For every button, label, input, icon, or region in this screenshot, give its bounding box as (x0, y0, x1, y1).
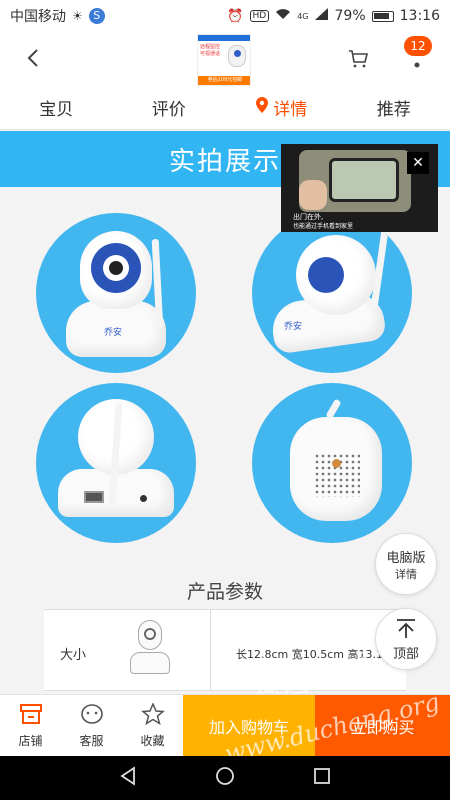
param-divider (210, 610, 211, 690)
cart-icon[interactable] (346, 46, 370, 70)
network-type: 4G (297, 11, 309, 21)
tab-label: 评价 (151, 100, 186, 120)
favorite-button[interactable]: 收藏 (122, 695, 183, 756)
brand-logo: 乔安 (104, 328, 123, 338)
label-sticker (332, 459, 341, 468)
battery-percent: 79% (334, 8, 366, 24)
product-photo-bottom[interactable] (252, 383, 412, 543)
banner-title: 实拍展示 (168, 146, 281, 177)
video-caption-2: 也能通过手机看到家里 (293, 223, 354, 230)
favorite-label: 收藏 (140, 733, 165, 748)
location-pin-icon (255, 96, 269, 119)
product-photo-side[interactable]: 乔安 (252, 213, 412, 373)
brand-logo: 乔安 (284, 322, 303, 332)
clock: 13:16 (399, 8, 440, 24)
param-label: 大小 (60, 648, 87, 663)
param-thumb-camera (130, 618, 170, 680)
thumb-text-2: 可视通话 (200, 51, 221, 57)
detail-tabs: 宝贝 评价 详情 推荐 (0, 86, 450, 130)
pc-version-button[interactable]: 电脑版 详情 (375, 533, 437, 595)
nav-recents-icon[interactable] (312, 766, 332, 790)
product-photo-front[interactable]: 乔安 (36, 213, 196, 373)
thumb-text-1: 远程监控 (200, 44, 221, 50)
shop-label: 店铺 (18, 733, 43, 748)
close-icon[interactable]: ✕ (407, 152, 429, 174)
wifi-icon (275, 8, 291, 24)
hd-badge: HD (249, 10, 270, 22)
product-thumbnail[interactable]: 远程监控 可视通话 券后109元包邮 (197, 34, 251, 86)
tab-details[interactable]: 详情 (225, 86, 338, 129)
status-bar: 中国移动 ☀ S ⏰ HD 4G 79% 13:16 (0, 0, 450, 32)
tab-reviews[interactable]: 评价 (113, 86, 226, 129)
video-popup[interactable]: 出门在外, 也能通过手机看到家里 ✕ (281, 144, 438, 232)
video-frame (299, 150, 411, 212)
cart-badge: 12 (404, 36, 432, 56)
thumb-price: 券后109元包邮 (198, 76, 250, 85)
thumb-camera (228, 45, 246, 67)
star-icon (140, 701, 165, 728)
product-photo-back[interactable] (36, 383, 196, 543)
arrow-up-icon (395, 617, 417, 643)
top-bar: 远程监控 可视通话 券后109元包邮 12 (0, 32, 450, 86)
back-icon[interactable] (22, 46, 46, 70)
shop-icon (19, 703, 43, 728)
tab-label: 详情 (273, 100, 308, 120)
service-button[interactable]: 客服 (61, 695, 122, 756)
nav-back-icon[interactable] (118, 766, 138, 790)
back-to-top-label: 顶部 (392, 646, 419, 662)
service-label: 客服 (79, 733, 104, 748)
system-nav-bar (0, 756, 450, 800)
app-notification-icon: S (88, 8, 105, 24)
signal-icon (314, 8, 329, 24)
ethernet-port (84, 491, 104, 503)
weather-icon: ☀ (72, 9, 83, 23)
tab-recommend[interactable]: 推荐 (338, 86, 450, 129)
nav-home-icon[interactable] (215, 766, 235, 790)
service-icon (80, 703, 104, 728)
tab-label: 推荐 (376, 100, 411, 120)
battery-icon (371, 10, 394, 22)
pc-version-title: 电脑版 (386, 550, 426, 566)
tab-label: 宝贝 (39, 100, 74, 120)
power-port (140, 495, 147, 502)
pc-version-sub: 详情 (395, 567, 417, 581)
tab-item[interactable]: 宝贝 (0, 86, 113, 129)
alarm-icon: ⏰ (227, 8, 244, 24)
carrier-label: 中国移动 (10, 9, 66, 25)
back-to-top-button[interactable]: 顶部 (375, 608, 437, 670)
shop-button[interactable]: 店铺 (0, 695, 61, 756)
